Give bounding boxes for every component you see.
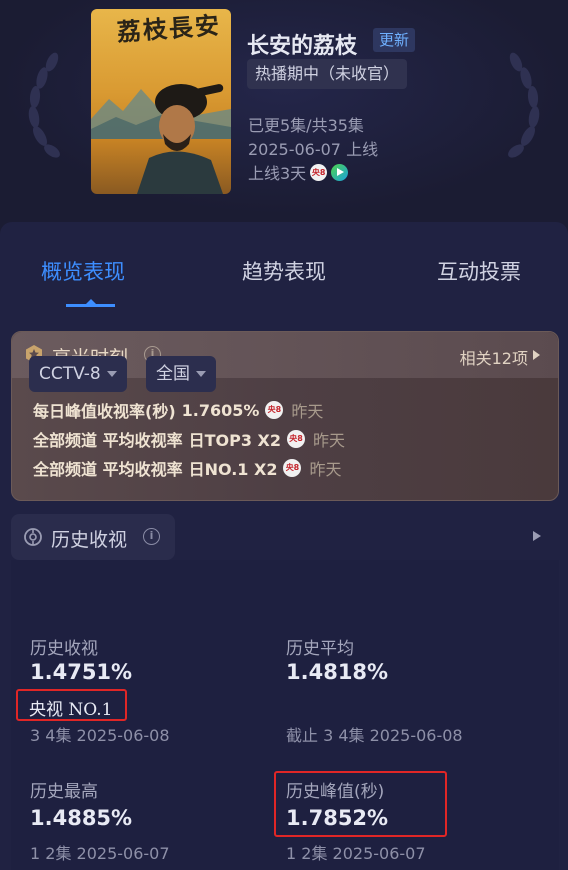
highlight-value: 日TOP3 X2 [188, 431, 281, 450]
days-online: 上线3天 [248, 164, 307, 183]
hist-avg-label: 历史平均 [286, 639, 354, 659]
rank-text: 央视 NO.1 [29, 700, 113, 720]
highlight-row: 每日峰值收视率(秒) 1.7605% 央8 昨天 [33, 398, 323, 422]
status-badge: 热播期中（未收官） [247, 59, 408, 89]
highlight-time: 昨天 [291, 402, 324, 421]
hist-high-value: 1.4885% [30, 806, 133, 830]
history-header[interactable]: 历史收视 i [11, 514, 175, 560]
poster-title-art: 荔枝長安 [116, 10, 222, 47]
laurel-icon [28, 52, 60, 158]
days-online-row: 上线3天 央8 [248, 160, 349, 184]
highlight-metric: 每日峰值收视率(秒) [33, 402, 176, 421]
show-poster[interactable]: 荔枝長安 [91, 9, 231, 194]
highlight-time: 昨天 [313, 431, 346, 450]
arrow-right-icon[interactable] [533, 531, 541, 541]
cctv8-icon: 央8 [287, 430, 305, 448]
highlight-row: 全部频道 平均收视率 日TOP3 X2 央8 昨天 [33, 427, 345, 451]
hist-peak-label: 历史峰值(秒) [286, 782, 385, 802]
hist-avg-value: 1.4818% [286, 660, 389, 684]
cctv8-icon: 央8 [310, 163, 328, 181]
show-title: 长安的荔枝 [247, 34, 358, 59]
arrow-right-icon[interactable] [533, 350, 540, 360]
channel-select-value: CCTV-8 [39, 364, 101, 384]
hist-peak-value: 1.7852% [286, 806, 389, 830]
history-icon [24, 528, 42, 546]
hist-avg-sub: 截止 3 4集 2025-06-08 [286, 726, 463, 745]
cctv8-icon: 央8 [265, 401, 284, 419]
cctv8-icon: 央8 [283, 459, 302, 477]
region-select-value: 全国 [156, 364, 190, 384]
highlight-value: 1.7605% [181, 400, 260, 420]
channel-select[interactable]: CCTV-8 [29, 356, 127, 392]
related-count-link[interactable]: 相关12项 [460, 345, 528, 369]
hist-rating-sub: 3 4集 2025-06-08 [30, 726, 170, 745]
laurel-icon [508, 52, 540, 158]
tab-overview[interactable]: 概览表现 [41, 256, 125, 286]
history-title: 历史收视 [51, 529, 128, 551]
hist-rating-value: 1.4751% [30, 660, 133, 684]
hist-high-sub: 1 2集 2025-06-07 [30, 844, 170, 863]
play-icon[interactable] [331, 163, 349, 181]
hist-rating-label: 历史收视 [30, 639, 98, 659]
highlight-row: 全部频道 平均收视率 日NO.1 X2 央8 昨天 [33, 456, 342, 480]
info-icon[interactable]: i [143, 528, 160, 545]
chevron-down-icon [196, 371, 206, 377]
active-tab-indicator [66, 299, 115, 307]
chevron-down-icon [106, 371, 117, 377]
hist-peak-sub: 1 2集 2025-06-07 [286, 844, 426, 863]
poster-figure [137, 84, 224, 194]
hist-high-label: 历史最高 [30, 782, 98, 802]
tab-vote[interactable]: 互动投票 [437, 256, 521, 286]
highlight-value: 日NO.1 X2 [188, 460, 278, 479]
update-badge: 更新 [373, 28, 416, 52]
show-header: 荔枝長安 长安的荔枝 更新 热播期中（未收官） 已更5集/共35集 2025-0… [0, 0, 568, 215]
highlight-metric: 全部频道 平均收视率 [33, 431, 183, 450]
highlight-metric: 全部频道 平均收视率 [33, 460, 183, 479]
region-select[interactable]: 全国 [146, 356, 216, 392]
tab-trend[interactable]: 趋势表现 [242, 256, 326, 286]
highlight-time: 昨天 [309, 460, 342, 479]
episode-count: 已更5集/共35集 [248, 116, 364, 135]
launch-date: 2025-06-07 上线 [248, 140, 379, 159]
